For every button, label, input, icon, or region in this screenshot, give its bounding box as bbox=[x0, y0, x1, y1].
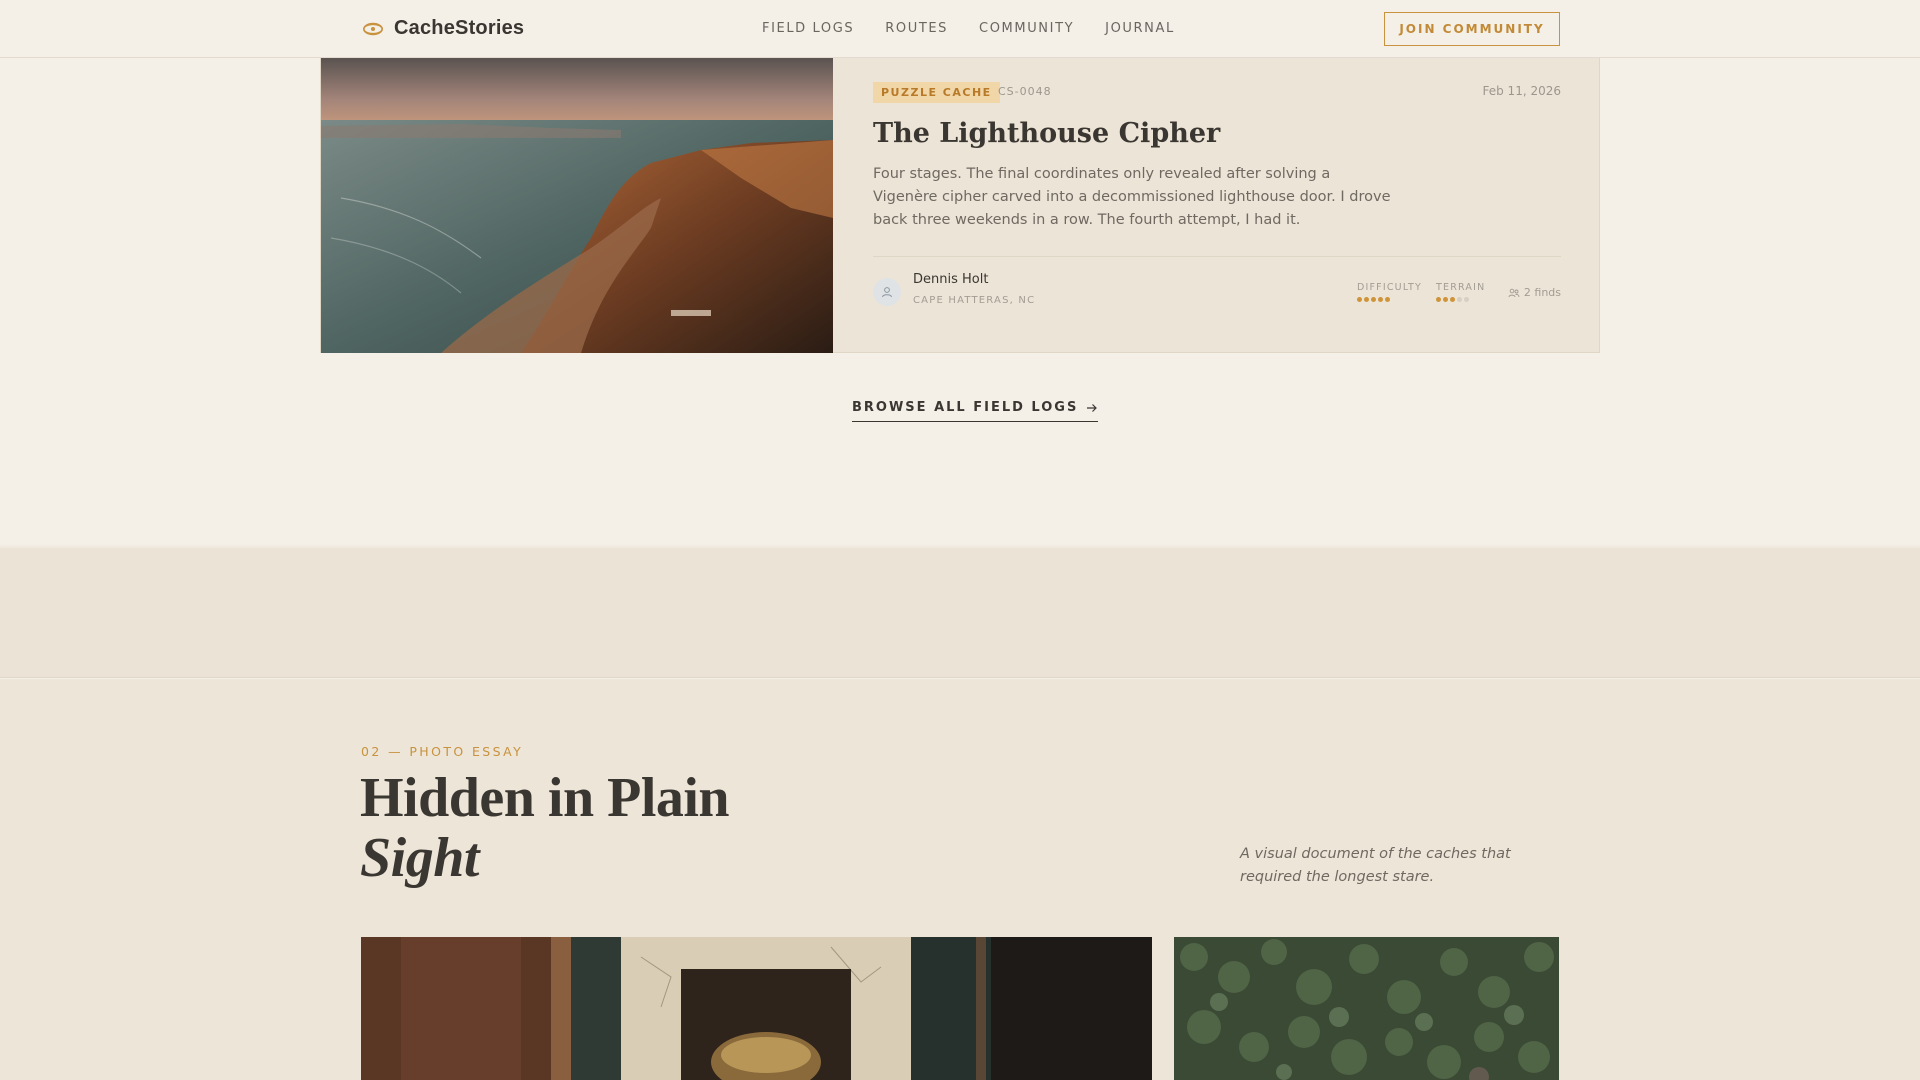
terrain-dot bbox=[1443, 297, 1448, 302]
author-name[interactable]: Dennis Holt bbox=[913, 272, 988, 287]
user-icon bbox=[882, 287, 892, 298]
arrow-right-icon bbox=[1087, 403, 1098, 412]
finds-label: 2 finds bbox=[1523, 286, 1561, 299]
difficulty-dot bbox=[1364, 297, 1369, 302]
users-icon bbox=[1508, 288, 1520, 297]
card-title[interactable]: The Lighthouse Cipher bbox=[873, 118, 1220, 149]
finds-count: 2 finds bbox=[1508, 286, 1561, 299]
nav-link-field-logs[interactable]: FIELD LOGS bbox=[762, 21, 854, 36]
terrain-dot bbox=[1464, 297, 1469, 302]
terrain-dot bbox=[1457, 297, 1462, 302]
post-date: Feb 11, 2026 bbox=[1482, 84, 1562, 98]
forest-aerial-photo[interactable] bbox=[1174, 937, 1559, 1080]
brand-logo[interactable]: CacheStories bbox=[362, 17, 524, 40]
terrain-dot bbox=[1450, 297, 1455, 302]
compass-icon bbox=[363, 22, 383, 35]
hidden-cache-photo[interactable] bbox=[361, 937, 1152, 1080]
difficulty-dot bbox=[1378, 297, 1383, 302]
divider bbox=[873, 256, 1561, 257]
section-title: Hidden in Plain Sight bbox=[360, 767, 730, 889]
top-nav: CacheStories FIELD LOGS ROUTES COMMUNITY… bbox=[0, 0, 1920, 58]
terrain-label: TERRAIN bbox=[1436, 282, 1486, 293]
main-nav: FIELD LOGS ROUTES COMMUNITY JOURNAL bbox=[762, 21, 1175, 36]
nav-link-journal[interactable]: JOURNAL bbox=[1105, 21, 1175, 36]
terrain-dot bbox=[1436, 297, 1441, 302]
section-caption: A visual document of the caches that req… bbox=[1240, 846, 1511, 885]
brand-name: CacheStories bbox=[394, 17, 525, 39]
card-description: Four stages. The final coordinates only … bbox=[873, 166, 1391, 228]
join-community-button[interactable]: JOIN COMMUNITY bbox=[1384, 12, 1560, 46]
terrain-rating: TERRAIN bbox=[1436, 282, 1485, 302]
terrain-dots bbox=[1436, 297, 1485, 302]
card-body: PUZZLE CACHE CS-0048 Feb 11, 2026 The Li… bbox=[873, 58, 1561, 353]
cache-code: CS-0048 bbox=[998, 85, 1052, 98]
avatar[interactable] bbox=[873, 278, 901, 306]
nav-link-community[interactable]: COMMUNITY bbox=[979, 21, 1074, 36]
difficulty-rating: DIFFICULTY bbox=[1357, 282, 1422, 302]
section-title-line2: Sight bbox=[360, 827, 479, 889]
section-eyebrow: 02 — PHOTO ESSAY bbox=[361, 744, 524, 759]
difficulty-dot bbox=[1385, 297, 1390, 302]
nav-link-routes[interactable]: ROUTES bbox=[885, 21, 948, 36]
section-title-line1: Hidden in Plain bbox=[360, 767, 730, 829]
difficulty-dot bbox=[1371, 297, 1376, 302]
featured-log-card[interactable]: PUZZLE CACHE CS-0048 Feb 11, 2026 The Li… bbox=[320, 58, 1600, 353]
browse-label: BROWSE ALL FIELD LOGS bbox=[852, 400, 1079, 415]
difficulty-label: DIFFICULTY bbox=[1357, 282, 1423, 293]
difficulty-dots bbox=[1357, 297, 1422, 302]
browse-all-link[interactable]: BROWSE ALL FIELD LOGS bbox=[852, 400, 1099, 422]
difficulty-dot bbox=[1357, 297, 1362, 302]
section-band bbox=[0, 548, 1920, 678]
author-location: CAPE HATTERAS, NC bbox=[913, 295, 1036, 306]
category-badge[interactable]: PUZZLE CACHE bbox=[873, 82, 1000, 103]
coastal-cliffs-photo bbox=[321, 58, 833, 353]
